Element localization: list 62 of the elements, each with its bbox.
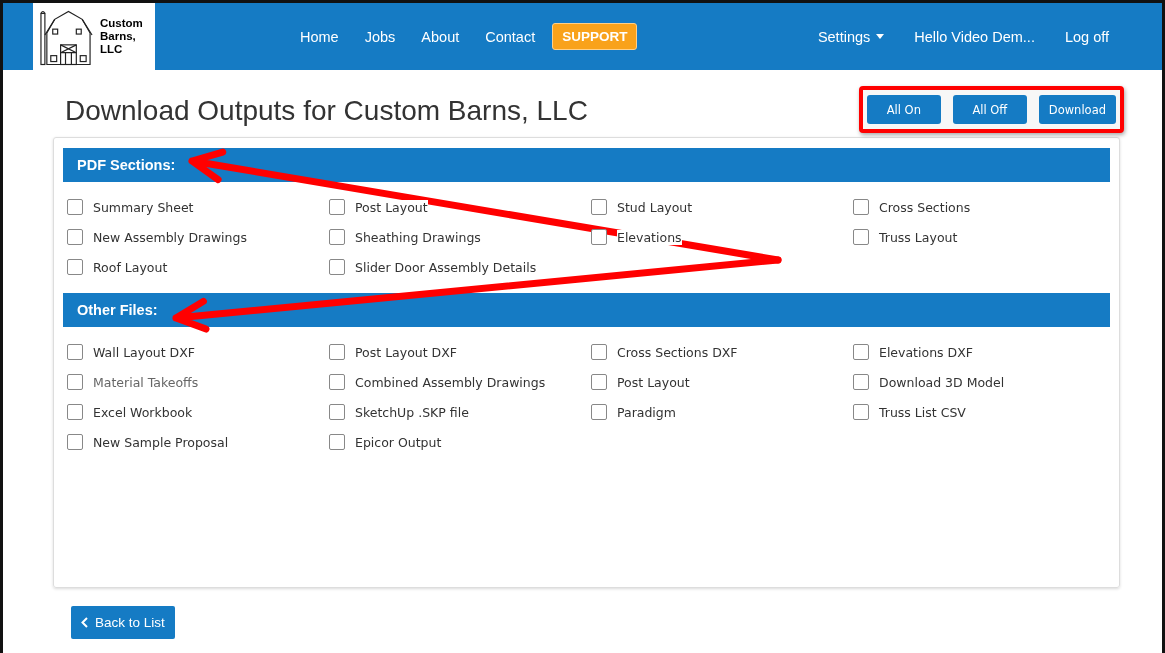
chevron-left-icon [81, 617, 88, 628]
checkbox-label: Elevations DXF [879, 344, 973, 360]
checkbox[interactable] [329, 374, 345, 390]
nav-link[interactable]: Jobs [351, 28, 409, 45]
checkbox[interactable] [853, 229, 869, 245]
checkbox[interactable] [591, 344, 607, 360]
nav-link[interactable]: Home [287, 28, 352, 45]
caret-icon [876, 34, 885, 39]
checkbox[interactable] [67, 229, 83, 245]
section-header: Other Files: [63, 293, 1110, 327]
checkbox-label: Stud Layout [617, 199, 693, 215]
nav-link[interactable]: About [408, 28, 473, 45]
checkbox-label: Truss List CSV [879, 404, 966, 420]
logo-text: Custom Barns, LLC [99, 17, 144, 56]
checkbox[interactable] [67, 434, 83, 450]
checkbox[interactable] [853, 199, 869, 215]
checkbox[interactable] [67, 199, 83, 215]
checkbox[interactable] [329, 259, 345, 275]
checkbox-label: Elevations [617, 229, 682, 245]
back-button[interactable]: Back to List [71, 606, 175, 639]
checkbox-label: New Sample Proposal [93, 434, 229, 450]
checkbox-label: Paradigm [617, 404, 676, 420]
checkbox[interactable] [853, 404, 869, 420]
nav-link[interactable]: Contact [472, 28, 549, 45]
checkbox-label: New Assembly Drawings [93, 229, 247, 245]
nav-link[interactable]: Hello Video Dem... [901, 28, 1048, 45]
section-header: PDF Sections: [63, 148, 1110, 182]
checkbox[interactable] [329, 229, 345, 245]
action-button[interactable]: All On [866, 95, 941, 124]
checkbox-label: Sheathing Drawings [355, 229, 481, 245]
checkbox-label: Excel Workbook [93, 404, 193, 420]
checkbox-label: Cross Sections DXF [617, 344, 738, 360]
checkbox[interactable] [853, 344, 869, 360]
checkbox-label: Cross Sections [879, 199, 971, 215]
checkbox[interactable] [67, 259, 83, 275]
checkbox[interactable] [67, 404, 83, 420]
checkbox-label: SketchUp .SKP file [355, 404, 469, 420]
checkbox[interactable] [591, 199, 607, 215]
checkbox-label: Combined Assembly Drawings [355, 374, 546, 390]
logo[interactable]: Custom Barns, LLC [33, 3, 155, 70]
checkbox[interactable] [853, 374, 869, 390]
page-title: Download Outputs for Custom Barns, LLC [65, 94, 588, 127]
checkbox[interactable] [591, 229, 607, 245]
checkbox-label: Epicor Output [355, 434, 442, 450]
checkbox-label: Post Layout [355, 199, 428, 215]
checkbox-label: Roof Layout [93, 259, 168, 275]
settings-menu[interactable]: Settings [804, 28, 898, 45]
checkbox[interactable] [591, 374, 607, 390]
action-button[interactable]: Download [1038, 95, 1116, 124]
checkbox[interactable] [329, 344, 345, 360]
checkbox-label: Summary Sheet [93, 199, 194, 215]
checkbox[interactable] [329, 404, 345, 420]
nav-link[interactable]: Log off [1051, 28, 1122, 45]
checkbox[interactable] [329, 199, 345, 215]
checkbox[interactable] [591, 404, 607, 420]
checkbox-label: Material Takeoffs [93, 374, 199, 390]
checkbox[interactable] [67, 344, 83, 360]
checkbox-label: Download 3D Model [879, 374, 1005, 390]
action-button[interactable]: All Off [952, 95, 1027, 124]
checkbox-label: Wall Layout DXF [93, 344, 195, 360]
checkbox[interactable] [329, 434, 345, 450]
checkbox-label: Slider Door Assembly Details [355, 259, 537, 275]
